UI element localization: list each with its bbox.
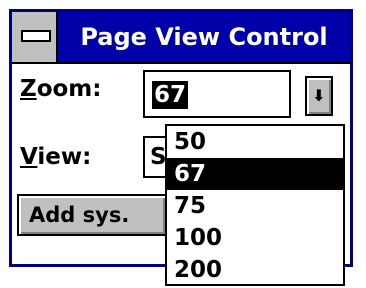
down-arrow-icon: ⬇: [312, 86, 326, 105]
add-sys-button[interactable]: Add sys.: [17, 194, 167, 236]
zoom-option-200[interactable]: 200: [167, 254, 343, 286]
zoom-dropdown-list[interactable]: 50 67 75 100 200: [165, 124, 345, 286]
view-label-mnemonic: V: [20, 144, 38, 170]
zoom-dropdown-button[interactable]: ⬇: [305, 76, 333, 116]
window-title: Page View Control: [80, 23, 328, 51]
zoom-label-mnemonic: Z: [20, 76, 37, 102]
title-bar[interactable]: Page View Control: [12, 12, 350, 64]
zoom-label-text: oom:: [36, 76, 102, 102]
system-menu-button[interactable]: [12, 12, 58, 62]
zoom-option-50[interactable]: 50: [167, 126, 343, 158]
system-menu-bar-icon: [21, 30, 51, 42]
view-label: View:: [20, 144, 91, 170]
view-label-text: iew:: [37, 144, 92, 170]
zoom-option-67[interactable]: 67: [167, 158, 343, 190]
zoom-value: 67: [152, 81, 189, 109]
zoom-option-100[interactable]: 100: [167, 222, 343, 254]
zoom-label: Zoom:: [20, 76, 101, 102]
zoom-option-75[interactable]: 75: [167, 190, 343, 222]
zoom-combo-input[interactable]: 67: [143, 70, 291, 118]
